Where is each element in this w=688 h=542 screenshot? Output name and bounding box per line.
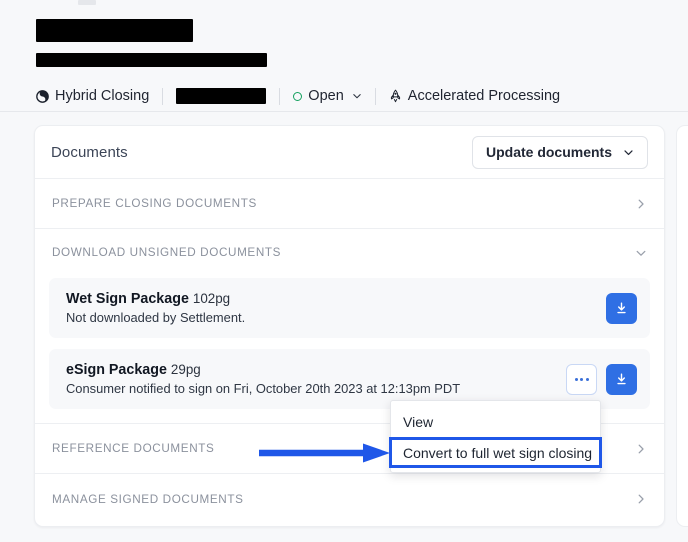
page-header: Hybrid Closing Open Accelerated Processi…	[0, 8, 688, 112]
menu-item-convert-to-full-wet-sign-closing[interactable]: Convert to full wet sign closing	[389, 437, 602, 468]
hybrid-closing-icon	[36, 89, 49, 103]
status-ring-icon	[293, 91, 303, 101]
download-icon	[617, 302, 626, 313]
package-pages: 29pg	[170, 362, 201, 377]
section-label: MANAGE SIGNED DOCUMENTS	[52, 492, 244, 506]
package-name-line: Wet Sign Package 102pg	[66, 291, 245, 307]
page-title-redacted	[36, 19, 193, 42]
package-pages: 102pg	[192, 291, 231, 306]
meta-item-closing-type: Hybrid Closing	[36, 88, 149, 104]
top-partial-element	[78, 0, 96, 5]
adjacent-card-peek	[676, 125, 688, 527]
section-prepare-closing-documents[interactable]: PREPARE CLOSING DOCUMENTS	[35, 179, 664, 229]
file-number-redacted	[176, 88, 267, 104]
more-options-button[interactable]	[566, 363, 597, 395]
meta-item-processing: Accelerated Processing	[389, 88, 560, 104]
update-documents-button[interactable]: Update documents	[471, 135, 648, 169]
page-title: Documents	[51, 143, 128, 161]
documents-card-header: Documents Update documents	[35, 126, 664, 179]
status-label: Open	[308, 88, 344, 104]
chevron-right-icon	[638, 444, 644, 453]
closing-type-label: Hybrid Closing	[55, 88, 150, 104]
package-info: Wet Sign Package 102pg Not downloaded by…	[66, 291, 245, 325]
chevron-right-icon	[638, 494, 644, 504]
package-status: Consumer notified to sign on Fri, Octobe…	[66, 381, 461, 396]
download-button[interactable]	[606, 363, 637, 395]
package-actions	[566, 363, 637, 395]
menu-item-label: View	[403, 413, 434, 430]
meta-item-file-number	[176, 88, 267, 104]
meta-divider	[162, 87, 164, 105]
section-label: PREPARE CLOSING DOCUMENTS	[52, 197, 257, 210]
rocket-icon	[389, 88, 402, 104]
menu-item-view[interactable]: View	[391, 407, 600, 436]
section-label: DOWNLOAD UNSIGNED DOCUMENTS	[52, 246, 282, 259]
header-meta-row: Hybrid Closing Open Accelerated Processi…	[36, 84, 560, 108]
annotation-arrow	[259, 443, 390, 463]
menu-item-label: Convert to full wet sign closing	[403, 444, 593, 461]
top-sliver	[0, 0, 688, 8]
package-name-line: eSign Package 29pg	[66, 362, 460, 378]
chevron-down-icon	[353, 94, 361, 99]
meta-item-status[interactable]: Open	[293, 88, 361, 104]
chevron-down-icon	[636, 250, 646, 256]
section-download-unsigned-documents-header[interactable]: DOWNLOAD UNSIGNED DOCUMENTS	[35, 229, 664, 276]
section-manage-signed-documents[interactable]: MANAGE SIGNED DOCUMENTS	[35, 474, 664, 524]
download-button[interactable]	[606, 292, 637, 324]
package-status: Not downloaded by Settlement.	[66, 310, 246, 325]
ellipsis-icon	[574, 377, 578, 381]
chevron-right-icon	[638, 199, 644, 208]
meta-divider	[279, 87, 281, 105]
package-name: Wet Sign Package	[66, 291, 189, 307]
package-row-wet-sign: Wet Sign Package 102pg Not downloaded by…	[49, 278, 650, 338]
update-documents-label: Update documents	[485, 144, 612, 160]
page-subtitle-redacted	[36, 53, 267, 67]
package-actions	[606, 292, 637, 324]
meta-divider	[374, 87, 376, 105]
chevron-down-icon	[624, 149, 633, 155]
ellipsis-icon	[580, 377, 583, 381]
context-menu: View Convert to full wet sign closing	[389, 400, 602, 473]
processing-label: Accelerated Processing	[407, 88, 561, 104]
package-name: eSign Package	[66, 362, 167, 378]
download-icon	[617, 373, 626, 384]
package-info: eSign Package 29pg Consumer notified to …	[66, 362, 460, 396]
section-label: REFERENCE DOCUMENTS	[52, 442, 215, 455]
ellipsis-icon	[585, 377, 589, 381]
section-download-unsigned-documents: DOWNLOAD UNSIGNED DOCUMENTS Wet Sign Pac…	[35, 229, 664, 424]
app-page: Hybrid Closing Open Accelerated Processi…	[0, 0, 688, 542]
